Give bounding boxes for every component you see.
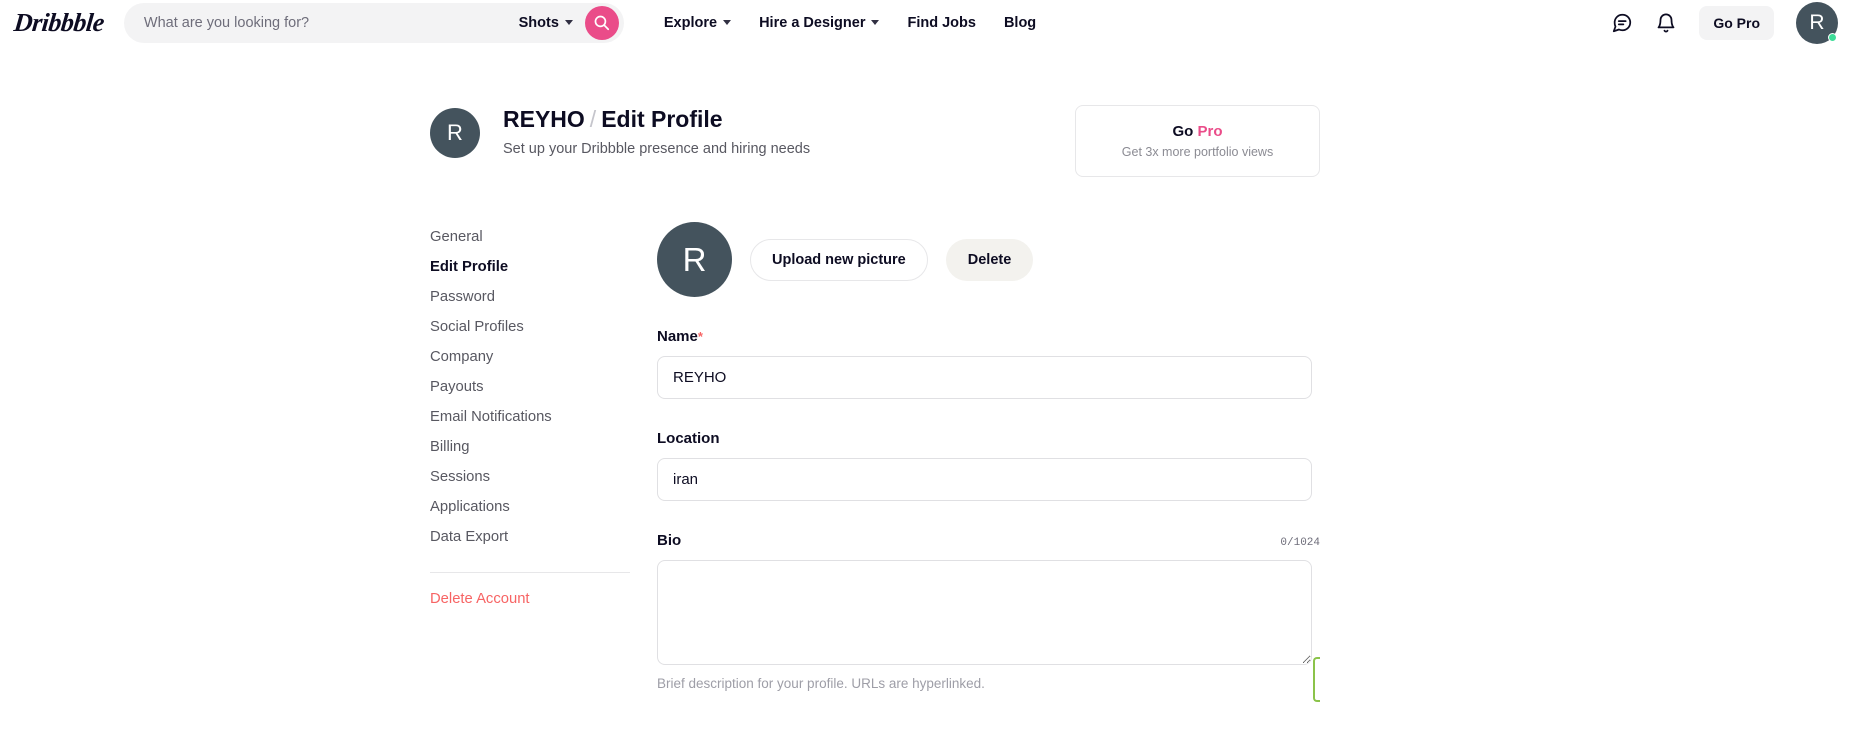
notifications-button[interactable] bbox=[1655, 12, 1677, 34]
bio-character-counter: 0/1024 bbox=[1280, 537, 1320, 549]
nav-label-blog: Blog bbox=[1003, 14, 1037, 31]
sidebar-item-data-export[interactable]: Data Export bbox=[430, 522, 640, 552]
profile-picture: R bbox=[657, 222, 732, 297]
location-label: Location bbox=[657, 430, 720, 447]
nav-item-explore[interactable]: Explore bbox=[663, 14, 732, 31]
go-pro-card-title: Go Pro bbox=[1086, 123, 1309, 140]
bio-label-row: Bio 0/1024 bbox=[657, 532, 1320, 549]
nav-label-find-jobs: Find Jobs bbox=[907, 14, 976, 31]
breadcrumb: REYHO / Edit Profile bbox=[503, 105, 810, 135]
page-subtitle: Set up your Dribbble presence and hiring… bbox=[503, 140, 811, 157]
sidebar-item-edit-profile[interactable]: Edit Profile bbox=[430, 252, 640, 282]
location-input[interactable] bbox=[657, 458, 1312, 501]
edge-panel-handle[interactable] bbox=[1313, 657, 1320, 702]
site-header: Dribbble Shots Explore Hire a Designer F… bbox=[0, 0, 1860, 45]
breadcrumb-separator: / bbox=[589, 106, 597, 132]
bio-label: Bio bbox=[657, 532, 682, 549]
name-input[interactable] bbox=[657, 356, 1312, 399]
content-area: General Edit Profile Password Social Pro… bbox=[430, 222, 1320, 691]
bell-icon bbox=[1657, 13, 1675, 32]
sidebar-item-company[interactable]: Company bbox=[430, 342, 640, 372]
profile-header: R REYHO / Edit Profile Set up your Dribbbl… bbox=[430, 105, 1320, 177]
chevron-down-icon bbox=[871, 20, 880, 25]
sidebar-item-social-profiles[interactable]: Social Profiles bbox=[430, 312, 640, 342]
nav-item-hire-a-designer[interactable]: Hire a Designer bbox=[759, 14, 880, 31]
avatar-initial: R bbox=[1809, 10, 1825, 34]
search-submit-button[interactable] bbox=[584, 5, 619, 40]
sidebar-item-email-notifications[interactable]: Email Notifications bbox=[430, 402, 640, 432]
go-pro-card-subtitle: Get 3x more portfolio views bbox=[1121, 145, 1274, 159]
nav-item-blog[interactable]: Blog bbox=[1004, 15, 1036, 31]
sidebar-item-payouts[interactable]: Payouts bbox=[430, 372, 640, 402]
page-container: R REYHO / Edit Profile Set up your Dribbbl… bbox=[430, 45, 1320, 702]
sidebar-divider bbox=[430, 572, 630, 573]
breadcrumb-user[interactable]: REYHO bbox=[503, 106, 585, 132]
go-pro-card-title-prefix: Go bbox=[1172, 123, 1198, 140]
sidebar-item-applications[interactable]: Applications bbox=[430, 492, 640, 522]
edit-profile-form: R Upload new picture Delete Name* Locati… bbox=[640, 222, 1320, 691]
search-scope-dropdown[interactable]: Shots bbox=[507, 15, 585, 31]
sidebar-item-billing[interactable]: Billing bbox=[430, 432, 640, 462]
go-pro-card[interactable]: Go Pro Get 3x more portfolio views bbox=[1075, 105, 1320, 177]
name-field-group: Name* bbox=[657, 328, 1320, 399]
main-navigation: Explore Hire a Designer Find Jobs Blog bbox=[664, 15, 1036, 31]
name-label: Name* bbox=[657, 328, 703, 345]
settings-sidebar: General Edit Profile Password Social Pro… bbox=[430, 222, 640, 691]
messages-button[interactable] bbox=[1611, 12, 1633, 34]
nav-label-hire-a-designer: Hire a Designer bbox=[759, 14, 866, 31]
avatar-controls: R Upload new picture Delete bbox=[657, 222, 1320, 297]
breadcrumb-block: REYHO / Edit Profile Set up your Dribbble … bbox=[503, 105, 810, 157]
sidebar-item-sessions[interactable]: Sessions bbox=[430, 462, 640, 492]
online-status-indicator bbox=[1828, 32, 1837, 42]
user-avatar-menu[interactable]: R bbox=[1796, 1, 1838, 44]
sidebar-item-password[interactable]: Password bbox=[430, 282, 640, 312]
delete-picture-button[interactable]: Delete bbox=[945, 238, 1034, 281]
chevron-down-icon bbox=[723, 20, 732, 25]
search-bar: Shots bbox=[123, 2, 624, 43]
location-label-row: Location bbox=[657, 430, 1320, 447]
location-field-group: Location bbox=[657, 430, 1320, 501]
header-actions: Go Pro R bbox=[1611, 1, 1838, 44]
profile-avatar: R bbox=[430, 108, 480, 158]
chevron-down-icon bbox=[564, 20, 573, 25]
sidebar-item-general[interactable]: General bbox=[430, 222, 640, 252]
name-label-row: Name* bbox=[657, 328, 1320, 345]
delete-account-link[interactable]: Delete Account bbox=[430, 591, 640, 607]
search-icon bbox=[595, 15, 610, 31]
search-input[interactable] bbox=[143, 14, 507, 31]
dribbble-logo[interactable]: Dribbble bbox=[12, 8, 106, 38]
bio-textarea[interactable] bbox=[657, 560, 1312, 665]
upload-new-picture-button[interactable]: Upload new picture bbox=[750, 238, 928, 281]
nav-label-explore: Explore bbox=[663, 14, 718, 31]
page-title: Edit Profile bbox=[601, 106, 723, 132]
name-label-text: Name bbox=[657, 328, 698, 345]
required-marker: * bbox=[697, 329, 703, 344]
go-pro-button[interactable]: Go Pro bbox=[1699, 5, 1774, 40]
search-scope-label: Shots bbox=[518, 14, 559, 31]
profile-avatar-initial: R bbox=[447, 120, 463, 145]
go-pro-card-title-highlight: Pro bbox=[1197, 123, 1223, 140]
bio-helper-text: Brief description for your profile. URLs… bbox=[657, 676, 985, 691]
profile-picture-initial: R bbox=[682, 240, 707, 278]
message-icon bbox=[1613, 13, 1632, 32]
bio-field-group: Bio 0/1024 Brief description for your pr… bbox=[657, 532, 1320, 691]
nav-item-find-jobs[interactable]: Find Jobs bbox=[907, 15, 975, 31]
